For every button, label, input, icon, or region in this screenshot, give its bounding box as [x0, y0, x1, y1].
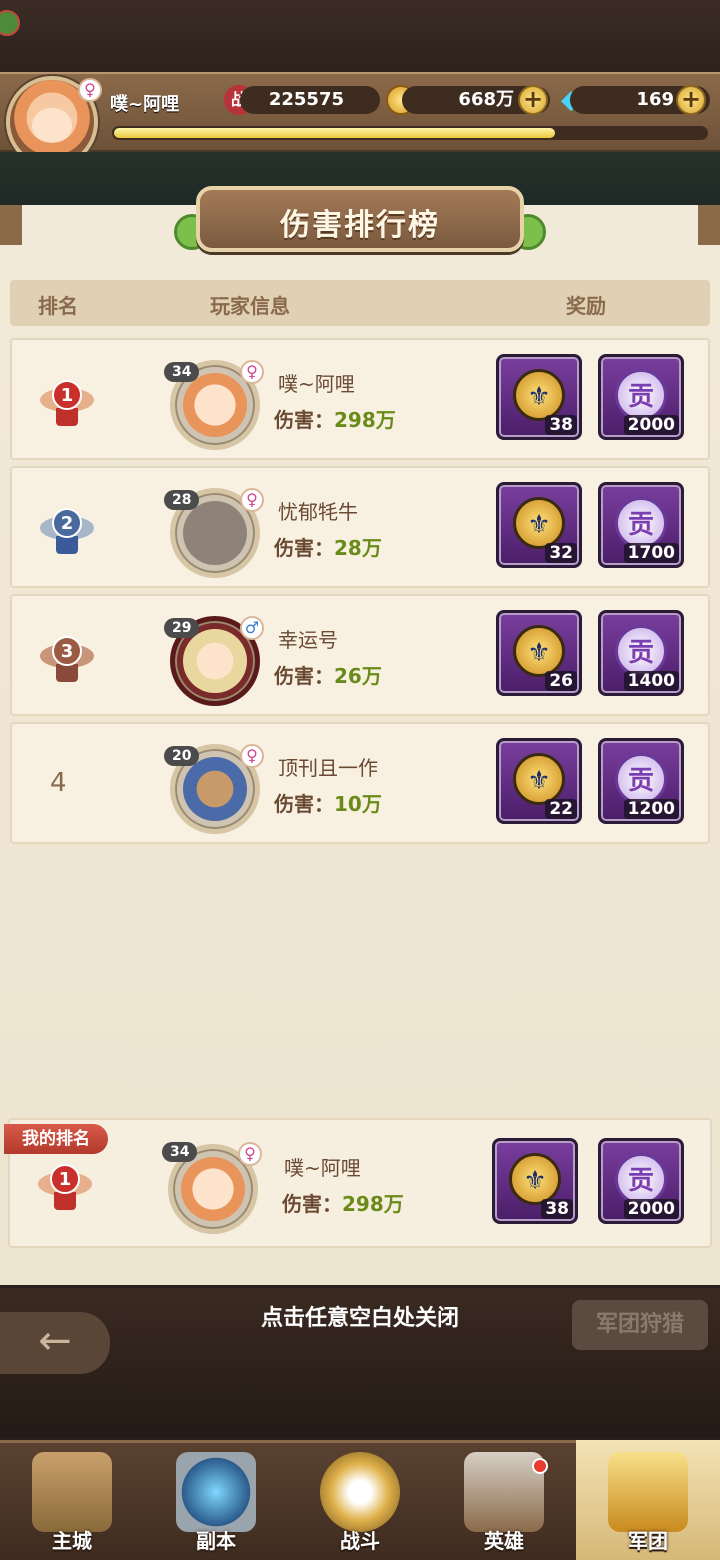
- gender-female-icon: ♀: [240, 488, 264, 512]
- panel-frame-right: [698, 205, 720, 245]
- player-name: 幸运号: [278, 628, 338, 652]
- column-player-info: 玩家信息: [210, 294, 290, 318]
- back-arrow-icon[interactable]: ←: [0, 1312, 110, 1374]
- my-rank-row[interactable]: 1 34 ♀ 噗~阿哩 伤害：298万 ⚜ 38 贡 2000: [8, 1118, 712, 1248]
- player-level: 34: [162, 1142, 198, 1162]
- castle-icon: [32, 1452, 112, 1532]
- player-name: 顶刊且一作: [278, 756, 378, 780]
- tab-dungeon[interactable]: 副本: [144, 1440, 288, 1560]
- exp-bar: [112, 126, 708, 140]
- player-damage: 伤害：10万: [274, 792, 382, 816]
- gender-female-icon: ♀: [78, 78, 102, 102]
- reward-count: 22: [545, 799, 577, 819]
- gender-female-icon: ♀: [240, 360, 264, 384]
- player-level: 28: [164, 490, 200, 510]
- reward-item[interactable]: ⚜ 38: [496, 354, 582, 440]
- player-damage: 伤害：28万: [274, 536, 382, 560]
- reward-item[interactable]: 贡 1700: [598, 482, 684, 568]
- reward-count: 1200: [623, 799, 679, 819]
- rank-2-medal-icon: 2: [38, 502, 96, 556]
- banner-icon: [608, 1452, 688, 1532]
- table-header: 排名 玩家信息 奖励: [10, 280, 710, 326]
- tab-legion[interactable]: 军团: [576, 1440, 720, 1560]
- top-header: [0, 0, 720, 75]
- reward-item[interactable]: 贡 1200: [598, 738, 684, 824]
- reward-count: 1700: [623, 543, 679, 563]
- player-damage: 伤害：26万: [274, 664, 382, 688]
- tab-battle[interactable]: 战斗: [288, 1440, 432, 1560]
- panel-frame-left: [0, 205, 22, 245]
- contribution-icon: 贡: [615, 1153, 667, 1205]
- gender-female-icon: ♀: [238, 1142, 262, 1166]
- trident-coin-icon: ⚜: [513, 369, 565, 421]
- reward-item[interactable]: ⚜ 22: [496, 738, 582, 824]
- reward-item[interactable]: ⚜ 38: [492, 1138, 578, 1224]
- add-gold-button[interactable]: +: [518, 85, 548, 115]
- contribution-icon: 贡: [615, 497, 667, 549]
- reward-count: 1400: [623, 671, 679, 691]
- player-level: 29: [164, 618, 200, 638]
- trident-coin-icon: ⚜: [513, 625, 565, 677]
- contribution-icon: 贡: [615, 625, 667, 677]
- player-level: 34: [164, 362, 200, 382]
- player-damage: 伤害：298万: [274, 408, 396, 432]
- table-row[interactable]: 3 29 ♂ 幸运号 伤害：26万 ⚜ 26 贡 1400: [10, 594, 710, 716]
- reward-count: 38: [545, 415, 577, 435]
- reward-count: 38: [541, 1199, 573, 1219]
- rank-1-medal-icon: 1: [36, 1158, 94, 1212]
- trident-coin-icon: ⚜: [513, 753, 565, 805]
- my-rank-tag: 我的排名: [4, 1124, 108, 1154]
- column-rank: 排名: [38, 294, 78, 318]
- rank-number: 4: [50, 768, 67, 798]
- reward-count: 2000: [623, 415, 679, 435]
- reward-item[interactable]: ⚜ 32: [496, 482, 582, 568]
- tab-hero[interactable]: 英雄: [432, 1440, 576, 1560]
- reward-item[interactable]: 贡 1400: [598, 610, 684, 696]
- table-row[interactable]: 4 20 ♀ 顶刊且一作 伤害：10万 ⚜ 22 贡 1200: [10, 722, 710, 844]
- player-name: 噗~阿哩: [110, 94, 180, 115]
- title-plaque: 伤害排行榜: [196, 186, 524, 252]
- legion-hunt-button[interactable]: 军团狩猎: [572, 1300, 708, 1350]
- exp-bar-fill: [114, 128, 556, 138]
- reward-item[interactable]: ⚜ 26: [496, 610, 582, 696]
- player-name: 噗~阿哩: [278, 372, 355, 396]
- page-title: 伤害排行榜: [280, 208, 440, 243]
- trident-coin-icon: ⚜: [509, 1153, 561, 1205]
- contribution-icon: 贡: [615, 369, 667, 421]
- rank-3-medal-icon: 3: [38, 630, 96, 684]
- sword-icon: [320, 1452, 400, 1532]
- trident-coin-icon: ⚜: [513, 497, 565, 549]
- reward-count: 32: [545, 543, 577, 563]
- column-reward: 奖励: [566, 294, 606, 318]
- reward-count: 2000: [623, 1199, 679, 1219]
- player-name: 忧郁牦牛: [278, 500, 358, 524]
- player-name: 噗~阿哩: [284, 1156, 361, 1180]
- tab-main-city[interactable]: 主城: [0, 1440, 144, 1560]
- gender-female-icon: ♀: [240, 744, 264, 768]
- player-level: 20: [164, 746, 200, 766]
- notification-dot-icon: [532, 1458, 548, 1474]
- table-row[interactable]: 1 34 ♀ 噗~阿哩 伤害：298万 ⚜ 38 贡 2000: [10, 338, 710, 460]
- power-value: 225575: [240, 86, 380, 114]
- portal-icon: [176, 1452, 256, 1532]
- table-row[interactable]: 2 28 ♀ 忧郁牦牛 伤害：28万 ⚜ 32 贡 1700: [10, 466, 710, 588]
- gender-male-icon: ♂: [240, 616, 264, 640]
- reward-item[interactable]: 贡 2000: [598, 354, 684, 440]
- rank-1-medal-icon: 1: [38, 374, 96, 428]
- contribution-icon: 贡: [615, 753, 667, 805]
- player-damage: 伤害：298万: [282, 1192, 404, 1216]
- reward-count: 26: [545, 671, 577, 691]
- reward-item[interactable]: 贡 2000: [598, 1138, 684, 1224]
- add-diamond-button[interactable]: +: [676, 85, 706, 115]
